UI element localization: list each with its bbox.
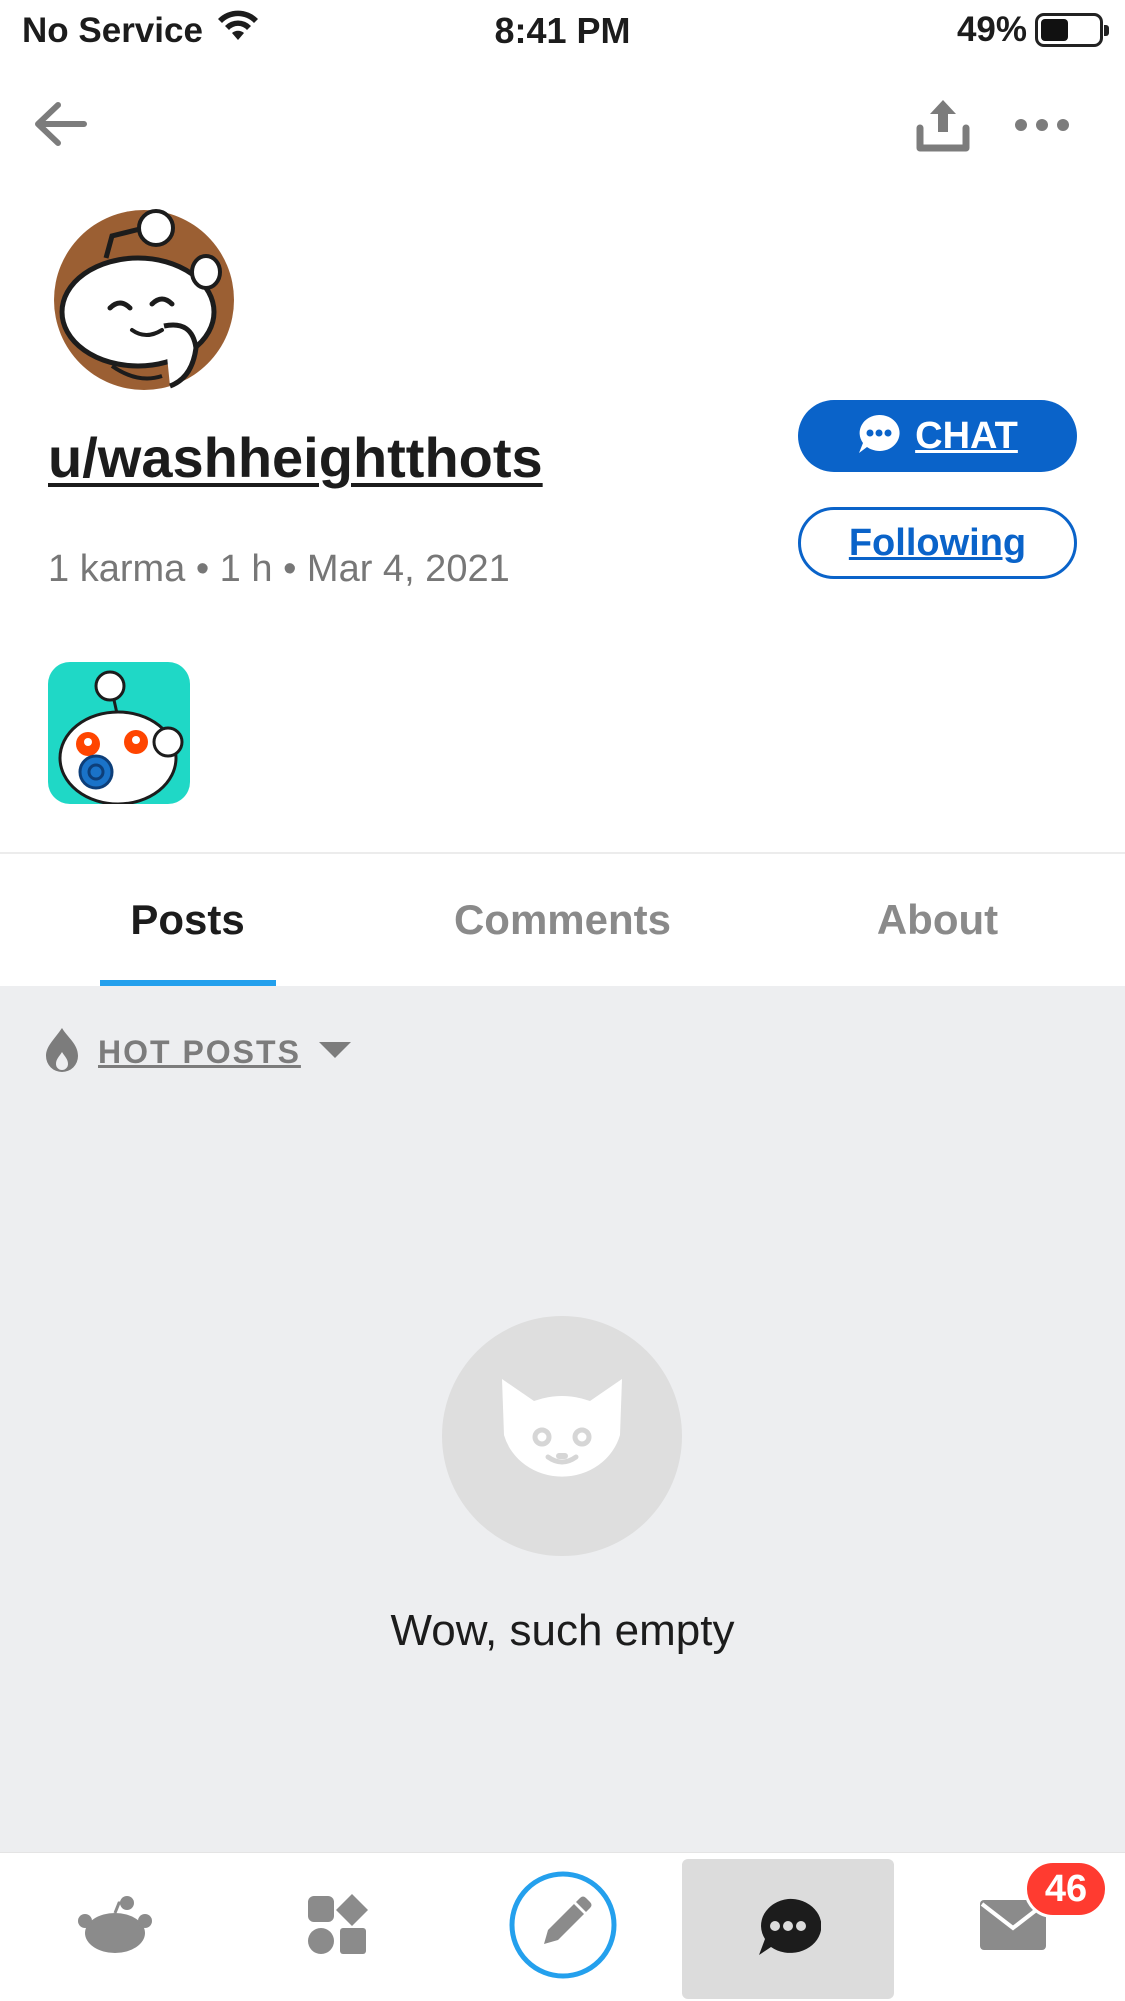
battery-icon [1035, 13, 1109, 47]
snoo-home-icon [77, 1895, 153, 1960]
status-right: 49% [956, 10, 1109, 50]
profile-meta: 1 karma • 1 h • Mar 4, 2021 [48, 548, 510, 590]
grid-icon [306, 1894, 368, 1961]
back-button[interactable] [28, 94, 92, 158]
status-bar: No Service 8:41 PM 49% [0, 0, 1125, 64]
arrow-left-icon [32, 99, 88, 154]
empty-state-text: Wow, such empty [390, 1606, 735, 1655]
home-tab[interactable] [40, 1853, 190, 2001]
bottom-tab-bar [0, 1852, 1125, 2001]
chat-tab[interactable] [682, 1859, 894, 1999]
feed-area: HOT POSTS Wow, such empty [0, 986, 1125, 1852]
tab-posts[interactable]: Posts [0, 854, 375, 986]
sort-selector[interactable]: HOT POSTS [42, 1026, 353, 1079]
chat-bubble-icon [755, 1897, 822, 1962]
battery-fill [1041, 19, 1068, 41]
username[interactable]: u/washheightthots [48, 425, 543, 490]
empty-state-illustration [442, 1316, 682, 1556]
chat-bubble-icon [857, 413, 901, 460]
chat-button[interactable]: CHAT [798, 400, 1077, 472]
caret-down-icon [317, 1040, 353, 1065]
battery-percent: 49% [956, 10, 1027, 49]
cat-icon [494, 1375, 630, 1498]
communities-tab[interactable] [262, 1853, 412, 2001]
inbox-badge: 46 [1024, 1860, 1108, 1918]
sort-label: HOT POSTS [98, 1034, 301, 1070]
avatar[interactable] [52, 208, 236, 392]
following-button[interactable]: Following [798, 507, 1077, 579]
create-post-tab[interactable] [488, 1853, 638, 2001]
tab-comments[interactable]: Comments [375, 854, 750, 986]
more-button[interactable] [1010, 92, 1074, 162]
share-icon [914, 96, 972, 159]
more-horizontal-icon [1014, 118, 1070, 137]
tab-about[interactable]: About [750, 854, 1125, 986]
chat-label: CHAT [915, 414, 1018, 457]
following-label: Following [848, 521, 1027, 564]
nav-bar [0, 64, 1125, 184]
profile-tabs: Posts Comments About [0, 854, 1125, 986]
flame-icon [42, 1026, 82, 1079]
trophy-icon[interactable] [48, 662, 190, 804]
share-button[interactable] [908, 92, 978, 162]
pencil-icon [508, 1870, 618, 1985]
